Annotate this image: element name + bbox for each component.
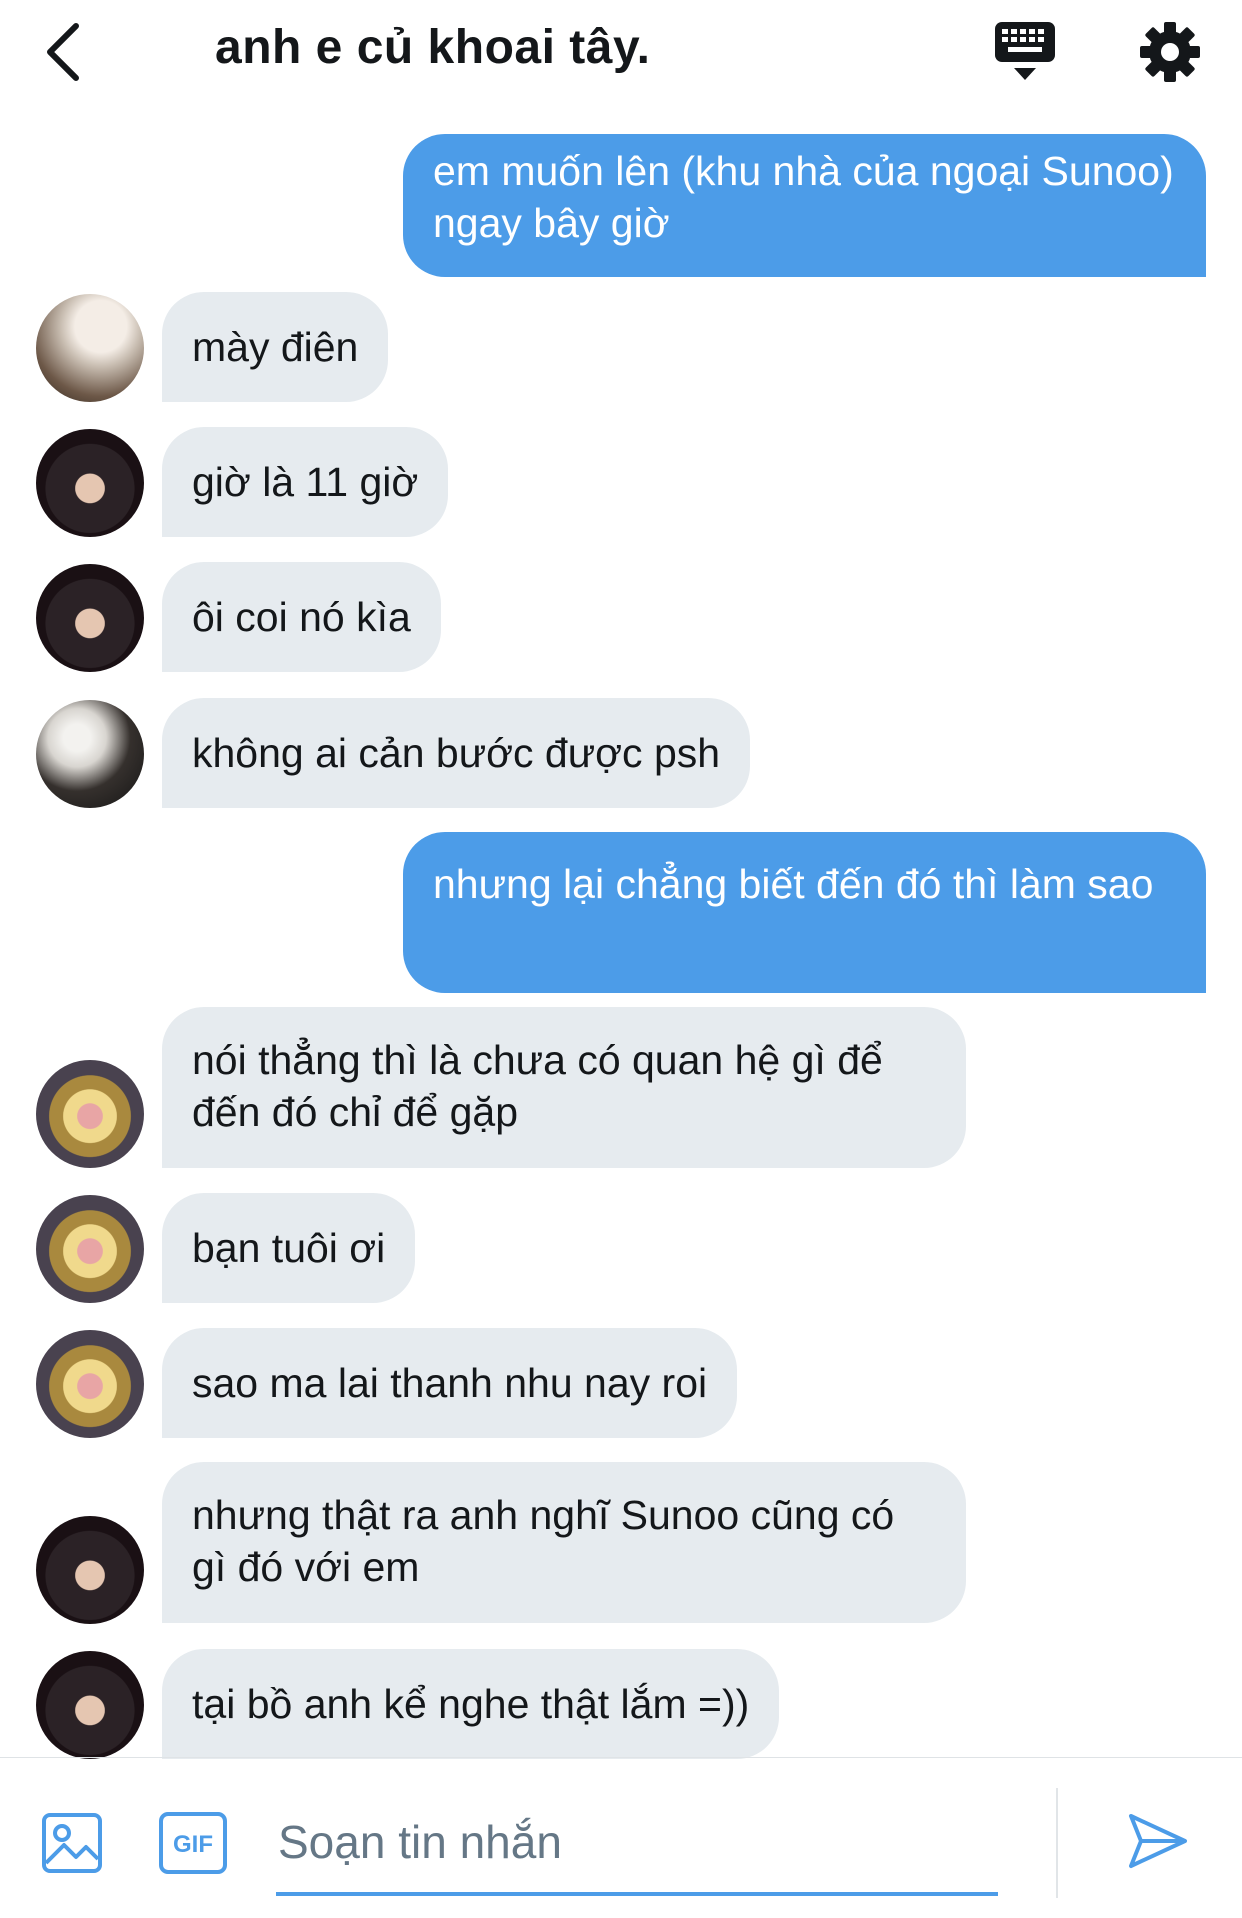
avatar[interactable] [36, 700, 144, 808]
avatar[interactable] [36, 1330, 144, 1438]
keyboard-icon [995, 22, 1055, 80]
conversation-header: anh e củ khoai tây. [0, 0, 1242, 110]
image-icon [42, 1813, 102, 1873]
message-incoming[interactable]: tại bồ anh kể nghe thật lắm =)) [162, 1649, 780, 1759]
message-outgoing[interactable]: nhưng lại chẳng biết đến đó thì làm sao [403, 832, 1206, 993]
message-composer: GIF [0, 1757, 1242, 1918]
avatar[interactable] [36, 1651, 144, 1759]
avatar[interactable] [36, 429, 144, 537]
message-incoming[interactable]: nhưng thật ra anh nghĩ Sunoo cũng có gì … [162, 1462, 966, 1623]
message-incoming[interactable]: không ai cản bước được psh [162, 698, 751, 808]
message-incoming[interactable]: ôi coi nó kìa [162, 562, 441, 672]
message-incoming[interactable]: giờ là 11 giờ [162, 427, 449, 537]
gif-icon: GIF [159, 1812, 227, 1874]
settings-button[interactable] [1136, 18, 1204, 86]
composer-divider [1056, 1788, 1058, 1898]
message-incoming[interactable]: nói thẳng thì là chưa có quan hệ gì để đ… [162, 1007, 966, 1168]
gear-icon [1140, 22, 1200, 82]
avatar[interactable] [36, 294, 144, 402]
avatar[interactable] [36, 1060, 144, 1168]
send-icon [1129, 1814, 1187, 1868]
message-incoming[interactable]: sao ma lai thanh nhu nay roi [162, 1328, 738, 1438]
avatar[interactable] [36, 1516, 144, 1624]
conversation-title: anh e củ khoai tây. [215, 21, 651, 74]
message-incoming[interactable]: mày điên [162, 292, 389, 402]
message-incoming[interactable]: bạn tuôi ơi [162, 1193, 416, 1303]
back-button[interactable] [40, 18, 90, 86]
avatar[interactable] [36, 1195, 144, 1303]
gif-label: GIF [173, 1831, 213, 1858]
chevron-left-icon [47, 23, 79, 81]
message-outgoing[interactable]: em muốn lên (khu nhà của ngoại Sunoo) ng… [403, 134, 1206, 277]
send-button[interactable] [1125, 1808, 1191, 1874]
add-media-button[interactable] [40, 1811, 104, 1875]
keyboard-button[interactable] [990, 18, 1060, 88]
message-input[interactable] [276, 1784, 998, 1896]
gif-button[interactable]: GIF [158, 1811, 228, 1875]
avatar[interactable] [36, 564, 144, 672]
